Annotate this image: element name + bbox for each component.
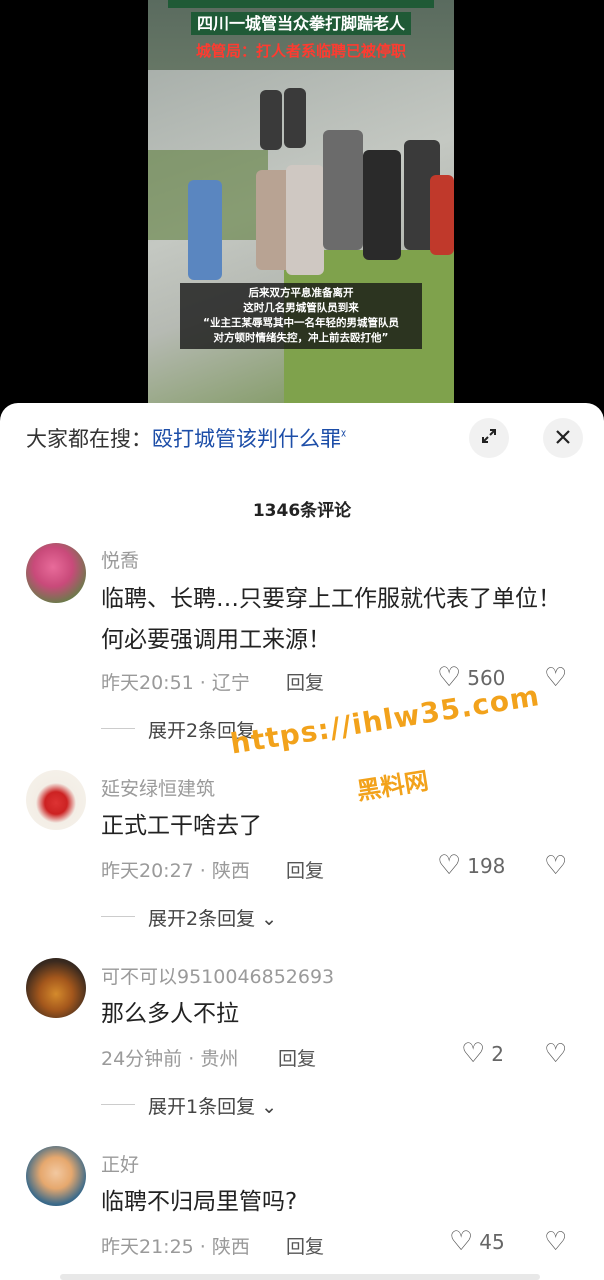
- headline-bar-top: [168, 0, 434, 8]
- video-headline-sub: 城管局：打人者系临聘已被停职: [195, 42, 406, 60]
- reply-button[interactable]: 回复: [286, 856, 324, 883]
- expand-replies-button[interactable]: 展开2条回复 ⌄: [148, 904, 277, 931]
- reply-button[interactable]: 回复: [286, 668, 324, 695]
- scene-person: [188, 180, 222, 280]
- dislike-button[interactable]: ♡: [544, 1229, 567, 1255]
- comment-meta: 24分钟前 · 贵州: [101, 1048, 239, 1070]
- search-prefix: 大家都在搜：: [26, 427, 152, 451]
- comment-username[interactable]: 延安绿恒建筑: [101, 774, 215, 801]
- heart-icon: ♡: [437, 850, 462, 881]
- comment-time: 昨天20:51: [101, 672, 194, 694]
- heart-icon: ♡: [461, 1038, 486, 1069]
- heart-icon: ♡: [437, 662, 462, 693]
- comment-text[interactable]: 临聘不归局里管吗?: [101, 1182, 571, 1223]
- fullscreen-icon: [480, 426, 498, 450]
- comment-meta: 昨天20:27 · 陕西: [101, 860, 250, 882]
- avatar[interactable]: [26, 543, 86, 603]
- reply-button[interactable]: 回复: [286, 1232, 324, 1259]
- broken-heart-icon: ♡: [544, 663, 568, 693]
- scene-person: [363, 150, 401, 260]
- comment-location: 辽宁: [211, 672, 250, 694]
- comment-username[interactable]: 正好: [101, 1150, 139, 1177]
- comment-text[interactable]: 正式工干啥去了: [101, 806, 571, 847]
- broken-heart-icon: ♡: [544, 1039, 568, 1069]
- comment-time: 24分钟前: [101, 1048, 183, 1070]
- broken-heart-icon: ♡: [544, 1227, 568, 1257]
- chevron-down-icon: ⌄: [261, 1096, 278, 1118]
- comment-meta: 昨天21:25 · 陕西: [101, 1236, 250, 1258]
- comment-location: 陕西: [211, 1236, 250, 1258]
- comment-location: 贵州: [200, 1048, 239, 1070]
- subtitle-line: 后来双方平息准备离开: [248, 287, 354, 299]
- comment-time: 昨天20:27: [101, 860, 194, 882]
- close-icon: [555, 426, 571, 450]
- comment-text[interactable]: 那么多人不拉: [101, 994, 571, 1035]
- broken-heart-icon: ♡: [544, 851, 568, 881]
- comment-username[interactable]: 悦喬: [101, 546, 139, 573]
- dislike-button[interactable]: ♡: [544, 1041, 567, 1067]
- scene-person: [286, 165, 324, 275]
- subtitle-line: “业主王某辱骂其中一名年轻的男城管队员: [203, 317, 399, 329]
- avatar[interactable]: [26, 958, 86, 1018]
- scene-person: [323, 130, 363, 250]
- bottom-edge: [60, 1274, 540, 1280]
- search-icon: ᵪ: [341, 423, 347, 439]
- search-query-link[interactable]: 殴打城管该判什么罪: [152, 427, 341, 451]
- video-player[interactable]: 四川一城管当众拳打脚踹老人 城管局：打人者系临聘已被停职 后来双方平息准备离开 …: [0, 0, 604, 403]
- video-headline-main: 四川一城管当众拳打脚踹老人: [148, 10, 454, 35]
- avatar[interactable]: [26, 1146, 86, 1206]
- expand-sheet-button[interactable]: [469, 418, 509, 458]
- like-count: 198: [467, 853, 506, 878]
- expand-replies-button[interactable]: 展开1条回复 ⌄: [148, 1092, 277, 1119]
- search-suggestion[interactable]: 大家都在搜：殴打城管该判什么罪ᵪ: [26, 423, 346, 453]
- dislike-button[interactable]: ♡: [544, 665, 567, 691]
- expand-replies-label: 展开1条回复: [148, 1096, 256, 1118]
- chevron-down-icon: ⌄: [261, 908, 278, 930]
- video-subtitle: 后来双方平息准备离开 这时几名男城管队员到来 “业主王某辱骂其中一名年轻的男城管…: [180, 283, 422, 349]
- like-button[interactable]: ♡ 198: [437, 852, 505, 879]
- avatar[interactable]: [26, 770, 86, 830]
- divider: [101, 916, 135, 917]
- heart-icon: ♡: [449, 1226, 474, 1257]
- reply-button[interactable]: 回复: [278, 1044, 316, 1071]
- divider: [101, 728, 135, 729]
- close-button[interactable]: [543, 418, 583, 458]
- scene-person: [430, 175, 454, 255]
- comment-meta: 昨天20:51 · 辽宁: [101, 672, 250, 694]
- comment-username[interactable]: 可不可以9510046852693: [101, 962, 334, 989]
- comment-location: 陕西: [211, 860, 250, 882]
- dislike-button[interactable]: ♡: [544, 853, 567, 879]
- expand-replies-label: 展开2条回复: [148, 908, 256, 930]
- comment-time: 昨天21:25: [101, 1236, 194, 1258]
- scene-person: [260, 90, 282, 150]
- like-button[interactable]: ♡ 45: [449, 1228, 505, 1255]
- video-frame: 四川一城管当众拳打脚踹老人 城管局：打人者系临聘已被停职 后来双方平息准备离开 …: [148, 0, 454, 403]
- divider: [101, 1104, 135, 1105]
- subtitle-line: 对方顿时情绪失控，冲上前去殴打他”: [213, 332, 389, 344]
- like-count: 45: [479, 1229, 505, 1254]
- like-count: 2: [491, 1041, 504, 1066]
- comment-count: 1346条评论: [252, 501, 352, 521]
- scene-person: [284, 88, 306, 148]
- subtitle-line: 这时几名男城管队员到来: [243, 302, 359, 314]
- like-button[interactable]: ♡ 2: [461, 1040, 504, 1067]
- comment-text[interactable]: 临聘、长聘…只要穿上工作服就代表了单位！何必要强调用工来源！: [101, 579, 571, 661]
